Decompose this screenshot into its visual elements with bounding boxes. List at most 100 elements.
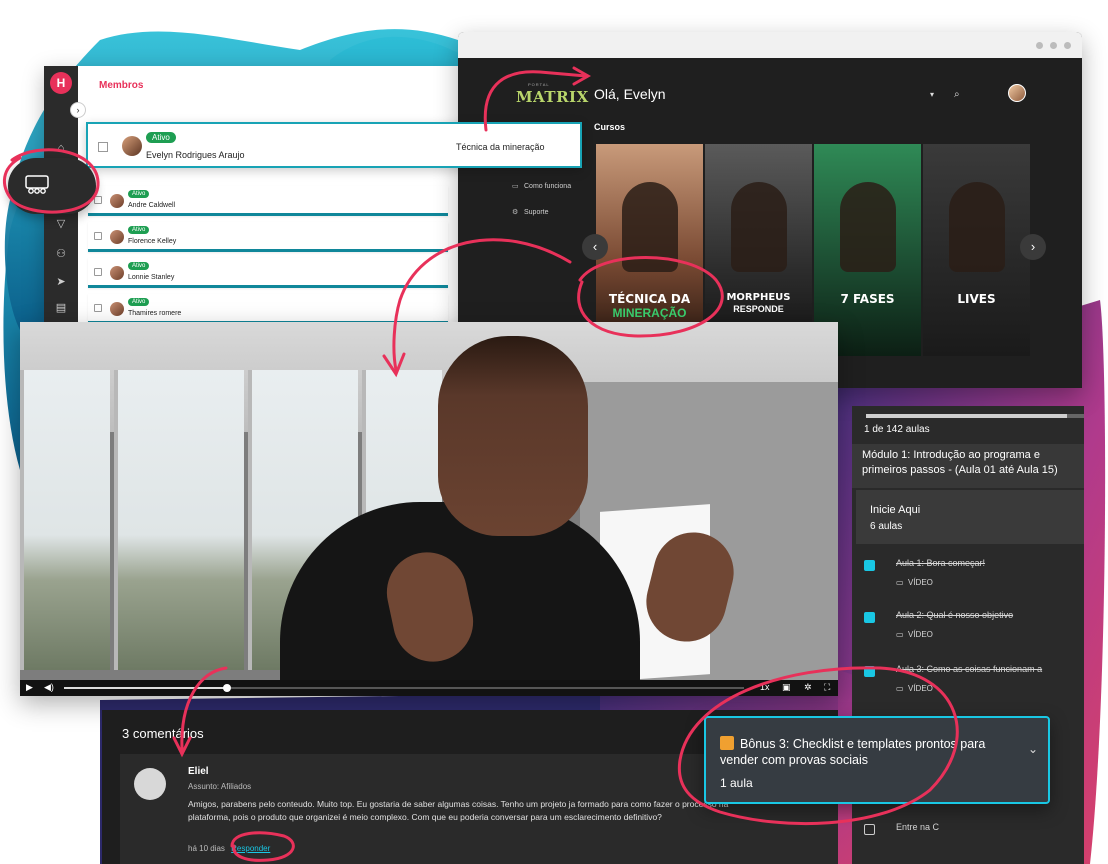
send-icon[interactable]: ➤ bbox=[53, 274, 69, 290]
video-icon: ▭ bbox=[896, 684, 904, 693]
member-course: Técnica da mineração bbox=[456, 142, 545, 152]
course-title: MORPHEUS bbox=[726, 292, 791, 303]
lesson-checkbox[interactable] bbox=[864, 824, 875, 835]
status-badge: Ativo bbox=[128, 190, 150, 198]
lesson-count: 1 de 142 aulas bbox=[864, 424, 930, 435]
collapse-sidebar-button[interactable]: › bbox=[70, 102, 86, 118]
menu-item-suporte[interactable]: ⚙ Suporte bbox=[512, 208, 549, 216]
seek-progress bbox=[64, 687, 228, 689]
member-name: Lonnie Stanley bbox=[128, 274, 175, 281]
member-row[interactable]: Ativo Florence Kelley bbox=[88, 222, 448, 252]
cards-icon[interactable]: ▤ bbox=[53, 300, 69, 316]
course-thumbnail bbox=[622, 182, 678, 272]
window-dot[interactable] bbox=[1050, 42, 1057, 49]
matrix-logo[interactable]: MATRIX bbox=[516, 88, 589, 106]
group-icon[interactable]: ⚇ bbox=[53, 246, 69, 262]
lesson-type: VÍDEO bbox=[908, 630, 933, 639]
members-nav-button[interactable] bbox=[8, 158, 96, 214]
filter-icon[interactable]: ▽ bbox=[53, 216, 69, 232]
video-player[interactable]: ▶ ◀) 1x ▣ ✲ ⛶ bbox=[20, 322, 838, 696]
course-thumbnail bbox=[840, 182, 896, 272]
video-icon: ▭ bbox=[896, 630, 904, 639]
lesson-checkbox[interactable] bbox=[864, 666, 875, 677]
play-icon[interactable]: ▶ bbox=[26, 682, 33, 693]
app-logo[interactable]: H bbox=[50, 72, 72, 94]
carousel-next-button[interactable]: › bbox=[1020, 234, 1046, 260]
members-icon bbox=[25, 175, 49, 200]
course-title: 7 FASES bbox=[840, 292, 895, 306]
avatar bbox=[110, 230, 124, 244]
seek-handle[interactable] bbox=[223, 684, 232, 692]
video-frame-window bbox=[20, 370, 110, 670]
section-title: Inicie Aqui bbox=[870, 504, 921, 516]
row-checkbox[interactable] bbox=[94, 267, 102, 276]
window-dot[interactable] bbox=[1036, 42, 1043, 49]
menu-item-como-funciona[interactable]: ▭ Como funciona bbox=[512, 182, 571, 190]
course-progress-bar bbox=[866, 414, 1084, 418]
video-icon: ▭ bbox=[512, 183, 519, 190]
comment-time: há 10 dias bbox=[188, 844, 225, 853]
row-checkbox[interactable] bbox=[98, 142, 108, 152]
avatar bbox=[122, 136, 142, 156]
status-badge: Ativo bbox=[128, 298, 150, 306]
member-name: Andre Caldwell bbox=[128, 202, 176, 209]
volume-icon[interactable]: ◀) bbox=[44, 682, 54, 693]
gear-icon: ⚙ bbox=[512, 209, 519, 216]
fullscreen-icon[interactable]: ⛶ bbox=[824, 682, 830, 693]
course-subtitle: MINERAÇÃO bbox=[612, 306, 687, 320]
lesson-checkbox[interactable] bbox=[864, 560, 875, 571]
highlighted-member-row[interactable]: Ativo Evelyn Rodrigues Araujo Técnica da… bbox=[86, 122, 582, 168]
course-title: LIVES bbox=[957, 292, 996, 306]
avatar bbox=[110, 302, 124, 316]
avatar bbox=[110, 266, 124, 280]
menu-label: Suporte bbox=[524, 209, 549, 216]
module-title[interactable]: Módulo 1: Introdução ao programa e prime… bbox=[852, 444, 1084, 488]
pip-icon[interactable]: ▣ bbox=[782, 682, 791, 693]
members-window: H ⌂ ▽ ⚇ ➤ ▤ Membros › Ativo Andre Caldwe… bbox=[44, 66, 458, 324]
menu-label: Como funciona bbox=[524, 183, 572, 190]
speed-button[interactable]: 1x bbox=[760, 682, 770, 692]
member-name: Florence Kelley bbox=[128, 238, 177, 245]
window-dot[interactable] bbox=[1064, 42, 1071, 49]
status-badge: Ativo bbox=[146, 132, 176, 143]
row-checkbox[interactable] bbox=[94, 303, 102, 312]
member-row[interactable]: Ativo Andre Caldwell bbox=[88, 186, 448, 216]
member-row[interactable]: Ativo Lonnie Stanley bbox=[88, 258, 448, 288]
lesson-title: Aula 1: Bora começar! bbox=[896, 558, 986, 568]
lesson-checkbox[interactable] bbox=[864, 612, 875, 623]
settings-icon[interactable]: ✲ bbox=[804, 682, 812, 693]
status-badge: Ativo bbox=[128, 262, 150, 270]
comments-heading: 3 comentários bbox=[122, 726, 204, 741]
member-name: Thamires romere bbox=[128, 310, 182, 317]
carousel-prev-button[interactable]: ‹ bbox=[582, 234, 608, 260]
section-title: Cursos bbox=[594, 122, 626, 132]
comment-body: Amigos, parabens pelo conteudo. Muito to… bbox=[188, 799, 729, 822]
comment-meta: há 10 dias Responder bbox=[188, 844, 270, 853]
member-name: Evelyn Rodrigues Araujo bbox=[146, 150, 245, 160]
logo-caption: PORTAL bbox=[528, 82, 550, 87]
course-subtitle: RESPONDE bbox=[733, 304, 784, 314]
member-row[interactable]: Ativo Thamires romere bbox=[88, 294, 448, 324]
row-checkbox[interactable] bbox=[94, 195, 102, 204]
home-icon[interactable]: ⌂ bbox=[53, 140, 69, 156]
video-icon: ▭ bbox=[896, 578, 904, 587]
reply-link[interactable]: Responder bbox=[231, 844, 270, 853]
chevron-down-icon[interactable]: ⌄ bbox=[1028, 742, 1038, 756]
section-header[interactable]: Inicie Aqui 6 aulas bbox=[856, 490, 1084, 544]
course-title: TÉCNICA DA bbox=[608, 292, 691, 306]
course-card[interactable]: LIVES bbox=[923, 144, 1030, 356]
lesson-title: Aula 3: Como as coisas funcionam a bbox=[896, 664, 1043, 674]
lesson-type: VÍDEO bbox=[908, 684, 933, 693]
avatar bbox=[110, 194, 124, 208]
comment-author: Eliel bbox=[188, 766, 209, 777]
row-checkbox[interactable] bbox=[94, 231, 102, 240]
page-title: Membros bbox=[99, 80, 144, 91]
section-count: 6 aulas bbox=[870, 521, 903, 532]
greeting: Olá, Evelyn bbox=[594, 86, 666, 102]
bonus-module-card[interactable]: Bônus 3: Checklist e templates prontos p… bbox=[704, 716, 1050, 804]
lesson-type: VÍDEO bbox=[908, 578, 933, 587]
bonus-lesson-count: 1 aula bbox=[720, 776, 753, 790]
user-avatar[interactable] bbox=[1008, 84, 1026, 102]
dropdown-caret-icon[interactable]: ▾ bbox=[930, 90, 934, 99]
search-icon[interactable]: ⌕ bbox=[954, 89, 960, 100]
